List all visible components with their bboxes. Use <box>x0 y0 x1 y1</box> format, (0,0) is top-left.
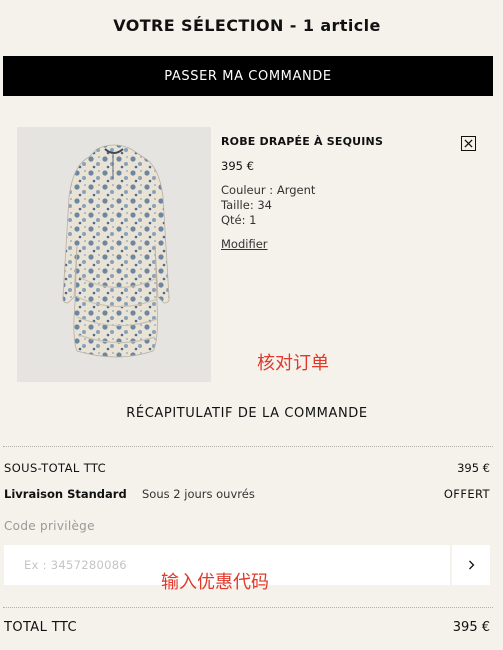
product-image[interactable] <box>17 127 211 382</box>
summary-title: RÉCAPITULATIF DE LA COMMANDE <box>126 406 368 421</box>
close-icon <box>464 139 473 148</box>
remove-item-button[interactable] <box>461 136 476 151</box>
shipping-label: Livraison Standard <box>4 487 127 501</box>
dress-icon <box>62 144 170 358</box>
shipping-value: OFFERT <box>443 487 490 501</box>
product-size: Taille: 34 <box>221 198 272 212</box>
checkout-button[interactable]: PASSER MA COMMANDE <box>3 56 493 96</box>
product-price: 395 € <box>221 159 254 173</box>
divider <box>3 446 493 447</box>
divider <box>3 607 493 608</box>
total-label: TOTAL TTC <box>4 620 77 635</box>
modify-link[interactable]: Modifier <box>221 237 268 251</box>
product-qty: Qté: 1 <box>221 213 257 227</box>
product-name[interactable]: ROBE DRAPÉE À SEQUINS <box>221 135 383 148</box>
chevron-right-icon <box>468 560 474 570</box>
product-color: Couleur : Argent <box>221 183 316 197</box>
subtotal-value: 395 € <box>457 461 490 475</box>
promo-submit-button[interactable] <box>452 545 490 585</box>
total-value: 395 € <box>452 620 490 635</box>
shipping-delay: Sous 2 jours ouvrés <box>142 487 255 501</box>
annotation-review-order: 核对订单 <box>257 353 329 374</box>
page-title: VOTRE SÉLECTION - 1 article <box>113 16 381 35</box>
annotation-enter-promo: 输入优惠代码 <box>161 572 269 593</box>
promo-code-label: Code privilège <box>4 519 95 533</box>
subtotal-label: SOUS-TOTAL TTC <box>4 461 107 475</box>
